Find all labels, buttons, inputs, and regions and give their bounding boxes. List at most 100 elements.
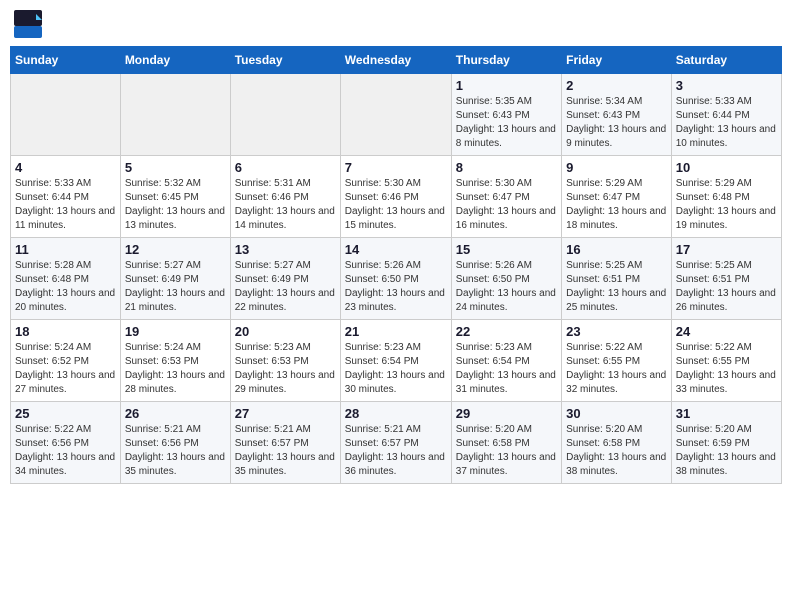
weekday-header: Wednesday — [340, 47, 451, 74]
calendar-cell: 28 Sunrise: 5:21 AM Sunset: 6:57 PM Dayli… — [340, 402, 451, 484]
day-number: 18 — [15, 324, 116, 339]
day-number: 17 — [676, 242, 777, 257]
calendar-cell: 29 Sunrise: 5:20 AM Sunset: 6:58 PM Dayli… — [451, 402, 561, 484]
day-detail: Sunrise: 5:23 AM Sunset: 6:53 PM Dayligh… — [235, 341, 336, 397]
weekday-header: Monday — [120, 47, 230, 74]
day-number: 25 — [15, 406, 116, 421]
day-detail: Sunrise: 5:20 AM Sunset: 6:58 PM Dayligh… — [456, 423, 557, 479]
calendar-cell: 8Sunrise: 5:30 AM Sunset: 6:47 PM Daylig… — [451, 156, 561, 238]
calendar-cell: 9Sunrise: 5:29 AM Sunset: 6:47 PM Daylig… — [562, 156, 672, 238]
calendar-cell: 23 Sunrise: 5:22 AM Sunset: 6:55 PM Dayli… — [562, 320, 672, 402]
calendar-cell: 25 Sunrise: 5:22 AM Sunset: 6:56 PM Dayli… — [11, 402, 121, 484]
calendar-cell — [11, 74, 121, 156]
day-number: 4 — [15, 160, 116, 175]
calendar-cell — [340, 74, 451, 156]
day-detail: Sunrise: 5:25 AM Sunset: 6:51 PM Dayligh… — [676, 259, 777, 315]
day-number: 26 — [125, 406, 226, 421]
day-number: 1 — [456, 78, 557, 93]
calendar-cell: 18Sunrise: 5:24 AM Sunset: 6:52 PM Dayli… — [11, 320, 121, 402]
day-number: 31 — [676, 406, 777, 421]
day-detail: Sunrise: 5:32 AM Sunset: 6:45 PM Dayligh… — [125, 177, 226, 233]
calendar-header: SundayMondayTuesdayWednesdayThursdayFrid… — [11, 47, 782, 74]
calendar-cell: 19 Sunrise: 5:24 AM Sunset: 6:53 PM Dayli… — [120, 320, 230, 402]
day-detail: Sunrise: 5:21 AM Sunset: 6:56 PM Dayligh… — [125, 423, 226, 479]
logo-icon — [14, 10, 42, 38]
weekday-header: Friday — [562, 47, 672, 74]
day-detail: Sunrise: 5:26 AM Sunset: 6:50 PM Dayligh… — [345, 259, 447, 315]
day-number: 15 — [456, 242, 557, 257]
calendar-cell: 31 Sunrise: 5:20 AM Sunset: 6:59 PM Dayli… — [671, 402, 781, 484]
day-detail: Sunrise: 5:27 AM Sunset: 6:49 PM Dayligh… — [125, 259, 226, 315]
day-detail: Sunrise: 5:33 AM Sunset: 6:44 PM Dayligh… — [676, 95, 777, 151]
calendar-cell: 4Sunrise: 5:33 AM Sunset: 6:44 PM Daylig… — [11, 156, 121, 238]
calendar-cell: 3 Sunrise: 5:33 AM Sunset: 6:44 PM Daylig… — [671, 74, 781, 156]
calendar-week-row: 25 Sunrise: 5:22 AM Sunset: 6:56 PM Dayli… — [11, 402, 782, 484]
day-number: 14 — [345, 242, 447, 257]
day-detail: Sunrise: 5:20 AM Sunset: 6:59 PM Dayligh… — [676, 423, 777, 479]
day-detail: Sunrise: 5:21 AM Sunset: 6:57 PM Dayligh… — [235, 423, 336, 479]
day-number: 27 — [235, 406, 336, 421]
calendar-cell: 27 Sunrise: 5:21 AM Sunset: 6:57 PM Dayli… — [230, 402, 340, 484]
day-detail: Sunrise: 5:31 AM Sunset: 6:46 PM Dayligh… — [235, 177, 336, 233]
calendar-cell: 12 Sunrise: 5:27 AM Sunset: 6:49 PM Dayli… — [120, 238, 230, 320]
calendar-cell: 14 Sunrise: 5:26 AM Sunset: 6:50 PM Dayli… — [340, 238, 451, 320]
day-number: 23 — [566, 324, 667, 339]
calendar-cell: 15 Sunrise: 5:26 AM Sunset: 6:50 PM Dayli… — [451, 238, 561, 320]
weekday-header: Thursday — [451, 47, 561, 74]
day-detail: Sunrise: 5:27 AM Sunset: 6:49 PM Dayligh… — [235, 259, 336, 315]
calendar-cell: 21 Sunrise: 5:23 AM Sunset: 6:54 PM Dayli… — [340, 320, 451, 402]
calendar-cell: 30Sunrise: 5:20 AM Sunset: 6:58 PM Dayli… — [562, 402, 672, 484]
day-number: 30 — [566, 406, 667, 421]
day-detail: Sunrise: 5:29 AM Sunset: 6:47 PM Dayligh… — [566, 177, 667, 233]
day-number: 21 — [345, 324, 447, 339]
calendar-cell: 13 Sunrise: 5:27 AM Sunset: 6:49 PM Dayli… — [230, 238, 340, 320]
header — [10, 10, 782, 38]
day-number: 3 — [676, 78, 777, 93]
day-number: 22 — [456, 324, 557, 339]
weekday-header: Tuesday — [230, 47, 340, 74]
day-detail: Sunrise: 5:28 AM Sunset: 6:48 PM Dayligh… — [15, 259, 116, 315]
calendar-cell: 10 Sunrise: 5:29 AM Sunset: 6:48 PM Dayli… — [671, 156, 781, 238]
day-detail: Sunrise: 5:26 AM Sunset: 6:50 PM Dayligh… — [456, 259, 557, 315]
day-number: 5 — [125, 160, 226, 175]
calendar-cell — [230, 74, 340, 156]
calendar-week-row: 11 Sunrise: 5:28 AM Sunset: 6:48 PM Dayli… — [11, 238, 782, 320]
weekday-row: SundayMondayTuesdayWednesdayThursdayFrid… — [11, 47, 782, 74]
calendar-cell: 26 Sunrise: 5:21 AM Sunset: 6:56 PM Dayli… — [120, 402, 230, 484]
day-number: 10 — [676, 160, 777, 175]
calendar-cell: 1Sunrise: 5:35 AM Sunset: 6:43 PM Daylig… — [451, 74, 561, 156]
day-detail: Sunrise: 5:24 AM Sunset: 6:53 PM Dayligh… — [125, 341, 226, 397]
day-number: 28 — [345, 406, 447, 421]
day-number: 24 — [676, 324, 777, 339]
calendar-table: SundayMondayTuesdayWednesdayThursdayFrid… — [10, 46, 782, 484]
calendar-cell — [120, 74, 230, 156]
day-detail: Sunrise: 5:22 AM Sunset: 6:55 PM Dayligh… — [566, 341, 667, 397]
day-detail: Sunrise: 5:25 AM Sunset: 6:51 PM Dayligh… — [566, 259, 667, 315]
day-number: 6 — [235, 160, 336, 175]
day-detail: Sunrise: 5:29 AM Sunset: 6:48 PM Dayligh… — [676, 177, 777, 233]
day-detail: Sunrise: 5:22 AM Sunset: 6:56 PM Dayligh… — [15, 423, 116, 479]
weekday-header: Saturday — [671, 47, 781, 74]
day-detail: Sunrise: 5:22 AM Sunset: 6:55 PM Dayligh… — [676, 341, 777, 397]
day-number: 13 — [235, 242, 336, 257]
day-detail: Sunrise: 5:30 AM Sunset: 6:47 PM Dayligh… — [456, 177, 557, 233]
day-detail: Sunrise: 5:23 AM Sunset: 6:54 PM Dayligh… — [345, 341, 447, 397]
calendar-cell: 2Sunrise: 5:34 AM Sunset: 6:43 PM Daylig… — [562, 74, 672, 156]
weekday-header: Sunday — [11, 47, 121, 74]
day-number: 16 — [566, 242, 667, 257]
day-detail: Sunrise: 5:21 AM Sunset: 6:57 PM Dayligh… — [345, 423, 447, 479]
calendar-cell: 6 Sunrise: 5:31 AM Sunset: 6:46 PM Daylig… — [230, 156, 340, 238]
calendar-body: 1Sunrise: 5:35 AM Sunset: 6:43 PM Daylig… — [11, 74, 782, 484]
day-number: 19 — [125, 324, 226, 339]
day-number: 12 — [125, 242, 226, 257]
calendar-cell: 16 Sunrise: 5:25 AM Sunset: 6:51 PM Dayli… — [562, 238, 672, 320]
day-detail: Sunrise: 5:34 AM Sunset: 6:43 PM Dayligh… — [566, 95, 667, 151]
day-detail: Sunrise: 5:23 AM Sunset: 6:54 PM Dayligh… — [456, 341, 557, 397]
day-number: 7 — [345, 160, 447, 175]
day-number: 11 — [15, 242, 116, 257]
calendar-cell: 24 Sunrise: 5:22 AM Sunset: 6:55 PM Dayli… — [671, 320, 781, 402]
calendar-cell: 17 Sunrise: 5:25 AM Sunset: 6:51 PM Dayli… — [671, 238, 781, 320]
day-number: 29 — [456, 406, 557, 421]
logo — [14, 10, 46, 38]
day-detail: Sunrise: 5:30 AM Sunset: 6:46 PM Dayligh… — [345, 177, 447, 233]
